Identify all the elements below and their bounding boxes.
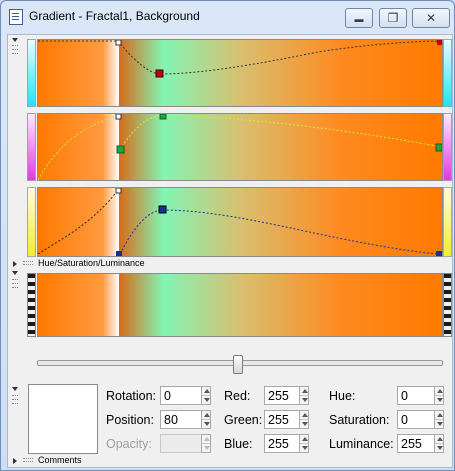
red-spinner[interactable] (299, 386, 309, 405)
blue-curve-handle[interactable] (158, 205, 167, 214)
position-input[interactable]: 80 (160, 410, 202, 429)
preview-right-strip (443, 273, 452, 337)
gradient-window: Gradient - Fractal1, Background ▬ ❐ ✕ Hu… (0, 0, 455, 471)
blue-channel-curve-panel[interactable] (37, 187, 443, 257)
red-curve-handle-top[interactable] (115, 40, 122, 46)
green-spinner[interactable] (299, 410, 309, 429)
collapse-properties-icon[interactable] (12, 387, 18, 391)
preview-left-strip (27, 273, 36, 337)
maximize-button[interactable]: ❐ (379, 8, 407, 28)
position-label: Position: (106, 413, 154, 427)
red-curve-handle-end[interactable] (437, 40, 442, 45)
green-label: Green: (224, 413, 263, 427)
position-spinner[interactable] (201, 410, 211, 429)
red-right-channel-strip (443, 39, 452, 107)
comments-section-label: Comments (38, 455, 82, 465)
saturation-input[interactable]: 0 (397, 410, 435, 429)
hsl-section-label: Hue/Saturation/Luminance (38, 258, 145, 268)
blue-channel-curve[interactable] (38, 188, 442, 256)
minimize-icon: ▬ (354, 14, 364, 24)
blue-spinner[interactable] (299, 434, 309, 453)
blue-curve-handle-bottom[interactable] (116, 251, 122, 256)
opacity-label: Opacity: (106, 437, 152, 451)
close-icon: ✕ (425, 11, 437, 25)
close-button[interactable]: ✕ (412, 8, 450, 28)
gradient-editor: Hue/Saturation/Luminance Rotation: 0 Pos… (7, 34, 453, 468)
green-curve-handle-peak[interactable] (159, 114, 167, 120)
collapse-red-icon[interactable] (12, 38, 18, 42)
red-channel-curve-panel[interactable] (37, 39, 443, 107)
maximize-icon: ❐ (387, 11, 399, 25)
opacity-spinner[interactable] (201, 434, 211, 453)
green-channel-curve[interactable] (38, 114, 442, 180)
minimize-button[interactable]: ▬ (345, 8, 373, 28)
red-left-channel-strip (27, 39, 36, 107)
green-left-channel-strip (27, 113, 36, 181)
window-title: Gradient - Fractal1, Background (29, 9, 200, 23)
gradient-preview-bar (38, 274, 442, 336)
red-label: Red: (224, 389, 251, 403)
saturation-spinner[interactable] (434, 410, 444, 429)
red-channel-curve[interactable] (38, 40, 442, 106)
saturation-label: Saturation: (329, 413, 390, 427)
green-channel-curve-panel[interactable] (37, 113, 443, 181)
blue-label: Blue: (224, 437, 253, 451)
green-curve-handle-end[interactable] (435, 143, 442, 152)
luminance-label: Luminance: (329, 437, 394, 451)
gradient-preview[interactable] (37, 273, 443, 337)
rotation-label: Rotation: (106, 389, 157, 403)
hue-label: Hue: (329, 389, 356, 403)
blue-right-channel-strip (443, 187, 452, 257)
green-curve-handle-top[interactable] (115, 114, 122, 120)
red-section-grip[interactable] (10, 43, 20, 61)
green-input[interactable]: 255 (264, 410, 300, 429)
comments-section-grip[interactable] (21, 456, 35, 464)
blue-left-channel-strip (27, 187, 36, 257)
expand-hsl-icon[interactable] (13, 261, 17, 267)
hue-spinner[interactable] (434, 386, 444, 405)
gradient-offset-slider-thumb[interactable] (233, 355, 243, 374)
blue-input[interactable]: 255 (264, 434, 300, 453)
opacity-input[interactable] (160, 434, 202, 453)
blue-curve-handle-end[interactable] (436, 251, 442, 256)
green-curve-handle[interactable] (116, 145, 125, 154)
rotation-spinner[interactable] (201, 386, 211, 405)
selected-color-swatch[interactable] (28, 384, 98, 454)
title-bar[interactable]: Gradient - Fractal1, Background ▬ ❐ ✕ (1, 1, 454, 31)
luminance-spinner[interactable] (434, 434, 444, 453)
rotation-input[interactable]: 0 (160, 386, 202, 405)
preview-section-grip[interactable] (10, 277, 20, 295)
red-input[interactable]: 255 (264, 386, 300, 405)
hsl-section-grip[interactable] (21, 259, 35, 267)
properties-section-grip[interactable] (10, 393, 20, 411)
red-curve-handle[interactable] (155, 69, 164, 78)
luminance-input[interactable]: 255 (397, 434, 435, 453)
collapse-preview-icon[interactable] (12, 271, 18, 275)
blue-curve-handle-top[interactable] (115, 188, 122, 194)
green-right-channel-strip (443, 113, 452, 181)
document-icon (9, 9, 23, 25)
expand-comments-icon[interactable] (13, 458, 17, 464)
hue-input[interactable]: 0 (397, 386, 435, 405)
